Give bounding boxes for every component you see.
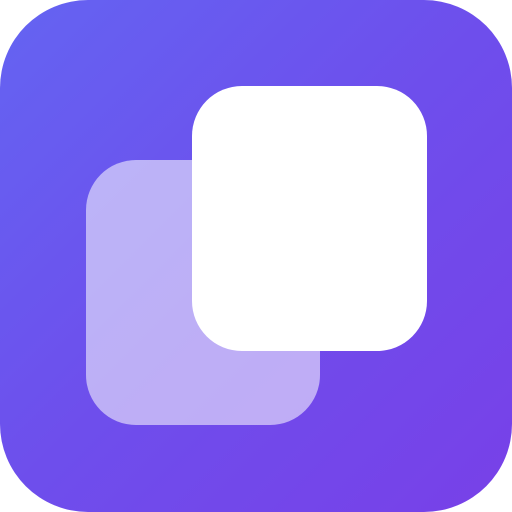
front-square-shape [192,86,427,351]
app-icon [0,0,512,512]
